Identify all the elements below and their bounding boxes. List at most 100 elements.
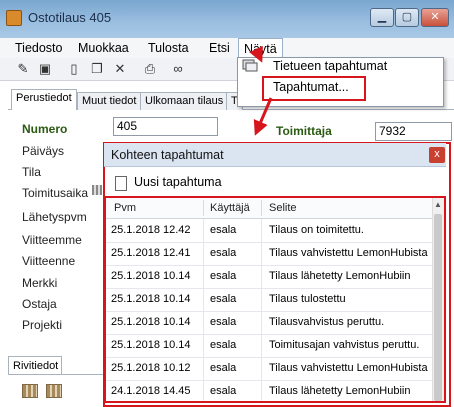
table-row[interactable]: 25.1.2018 10.14 esala Tilaus lähetetty Lem… [106,265,432,289]
label-ostaja: Ostaja [22,297,57,311]
toimittaja-field[interactable]: 7932 [375,122,452,141]
calendar-icon[interactable] [92,185,102,195]
column-divider [261,357,262,380]
cell-kayttaja: esala [210,316,237,328]
close-window-button[interactable]: ✕ [421,8,449,27]
table-row[interactable]: 25.1.2018 12.41 esala Tilaus vahvistettu L… [106,242,432,266]
menu-etsi[interactable]: Etsi [204,38,235,58]
label-numero: Numero [22,122,68,136]
label-viitteemme: Viitteemme [22,233,82,247]
cell-kayttaja: esala [210,224,237,236]
cell-selite: Tilaus on toimitettu. [269,224,364,236]
tab-muut-tiedot[interactable]: Muut tiedot [77,92,142,110]
cell-kayttaja: esala [210,293,237,305]
cell-pvm: 25.1.2018 10.12 [111,362,191,374]
table-row[interactable]: 25.1.2018 12.42 esala Tilaus on toimitettu… [106,219,432,243]
new-event-button[interactable]: Uusi tapahtuma [134,175,222,189]
tab-perustiedot[interactable]: Perustiedot [11,89,77,110]
cell-kayttaja: esala [210,362,237,374]
column-divider [261,265,262,288]
record-events-icon [242,59,258,72]
menu-item-tapahtumat[interactable]: Tapahtumat... [273,80,349,94]
copy-icon[interactable]: ❐ [89,61,105,77]
label-viitteenne: Viitteenne [22,254,76,268]
print-icon[interactable]: ⎙ [142,61,158,77]
window-title: Ostotilaus 405 [28,10,112,25]
label-projekti: Projekti [22,318,63,332]
table-row[interactable]: 25.1.2018 10.14 esala Tilausvahvistus peru… [106,311,432,335]
column-divider [203,219,204,242]
cell-pvm: 25.1.2018 10.14 [111,339,191,351]
cell-pvm: 25.1.2018 10.14 [111,316,191,328]
edit-icon[interactable]: ✎ [15,61,31,77]
column-divider [203,242,204,265]
column-divider [203,200,204,216]
cell-selite: Tilaus lähetetty LemonHubiin [269,270,411,282]
column-divider [261,219,262,242]
binoculars-icon[interactable]: ∞ [170,61,186,77]
delete-icon[interactable]: ✕ [112,61,128,77]
menu-tulosta[interactable]: Tulosta [143,38,194,58]
column-divider [261,311,262,334]
app-icon [6,10,22,26]
cell-pvm: 25.1.2018 12.41 [111,247,191,259]
cell-kayttaja: esala [210,270,237,282]
cell-selite: Tilausvahvistus peruttu. [269,316,385,328]
tab-rivitiedot[interactable]: Rivitiedot [8,356,62,375]
new-document-icon[interactable]: ▯ [66,61,82,77]
cell-selite: Tilaus lähetetty LemonHubiin [269,385,411,397]
table-row[interactable]: 24.1.2018 14.45 esala Tilaus lähetetty Lem… [106,380,432,401]
menu-nayta[interactable]: Näytä [238,38,283,58]
column-divider [203,288,204,311]
scroll-thumb[interactable] [434,214,442,401]
cell-kayttaja: esala [210,247,237,259]
table-row[interactable]: 25.1.2018 10.14 esala Toimitusajan vahvist… [106,334,432,358]
cell-selite: Toimitusajan vahvistus peruttu. [269,339,420,351]
menu-muokkaa[interactable]: Muokkaa [73,38,134,58]
label-merkki: Merkki [22,276,58,290]
new-document-icon[interactable] [115,176,127,191]
column-divider [261,288,262,311]
rows-icon[interactable] [46,384,62,398]
label-lahetyspvm: Lähetyspvm [22,210,87,224]
scroll-up-arrow-icon[interactable]: ▲ [432,200,444,212]
cell-selite: Tilaus vahvistettu LemonHubista [269,362,428,374]
label-toimitusaika: Toimitusaika [22,186,89,200]
cell-pvm: 25.1.2018 10.14 [111,270,191,282]
label-paivays: Päiväys [22,144,65,158]
column-divider [203,380,204,401]
maximize-button[interactable]: ▢ [395,8,419,27]
column-header-kayttaja[interactable]: Käyttäjä [210,202,250,214]
numero-field[interactable]: 405 [113,117,218,136]
cell-selite: Tilaus vahvistettu LemonHubista [269,247,428,259]
cell-kayttaja: esala [210,339,237,351]
column-divider [261,380,262,401]
column-header-pvm[interactable]: Pvm [114,202,136,214]
column-divider [203,357,204,380]
minimize-button[interactable]: ▁ [370,8,394,27]
column-divider [203,311,204,334]
menu-tiedosto[interactable]: Tiedosto [10,38,67,58]
cell-pvm: 24.1.2018 14.45 [111,385,191,397]
column-divider [261,242,262,265]
column-header-selite[interactable]: Selite [269,202,297,214]
cell-pvm: 25.1.2018 10.14 [111,293,191,305]
table-row[interactable]: 25.1.2018 10.12 esala Tilaus vahvistettu L… [106,357,432,381]
label-toimittaja: Toimittaja [276,124,332,138]
cell-kayttaja: esala [210,385,237,397]
cell-selite: Tilaus tulostettu [269,293,346,305]
rows-icon[interactable] [22,384,38,398]
dialog-title: Kohteen tapahtumat [111,148,224,162]
column-divider [261,334,262,357]
tab-ulkomaan-tilaus[interactable]: Ulkomaan tilaus [140,92,229,110]
events-table: Pvm Käyttäjä Selite 25.1.2018 12.42 esala… [104,196,446,403]
column-divider [203,265,204,288]
label-tila: Tila [22,165,41,179]
table-row[interactable]: 25.1.2018 10.14 esala Tilaus tulostettu [106,288,432,312]
column-divider [203,334,204,357]
save-icon[interactable]: ▣ [37,61,53,77]
dialog-close-button[interactable]: x [429,147,445,163]
menu-item-tietueen-tapahtumat[interactable]: Tietueen tapahtumat [273,59,387,73]
table-header: Pvm Käyttäjä Selite [106,198,432,219]
cell-pvm: 25.1.2018 12.42 [111,224,191,236]
